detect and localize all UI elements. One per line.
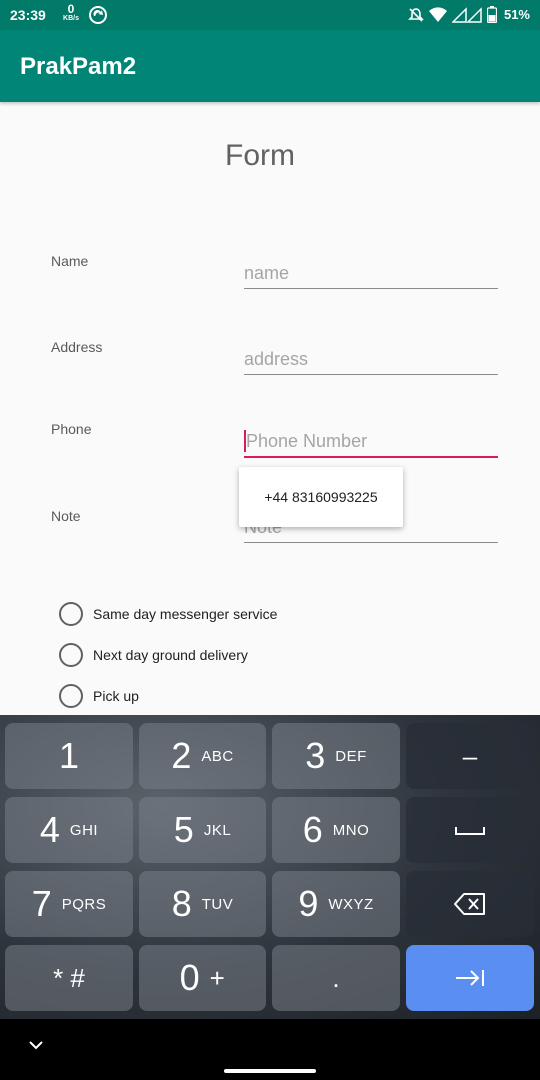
phone-placeholder: Phone Number <box>246 431 368 451</box>
radio-label: Pick up <box>93 688 139 704</box>
key-9[interactable]: 9 WXYZ <box>272 871 400 937</box>
mute-icon <box>408 7 424 22</box>
address-placeholder: address <box>244 349 309 369</box>
key-digit: 1 <box>58 735 80 776</box>
key-letters: + <box>209 962 226 993</box>
radio-button[interactable] <box>59 643 83 667</box>
network-speed-unit: KB/s <box>63 15 79 22</box>
key-digit: 9 <box>298 883 319 924</box>
key-0[interactable]: 0 + <box>139 945 266 1011</box>
key-digit: 5 <box>173 809 194 850</box>
space-icon <box>455 827 485 835</box>
key-letters: PQRS <box>61 895 107 913</box>
key-4[interactable]: 4 GHI <box>5 797 133 863</box>
key-3[interactable]: 3 DEF <box>272 723 400 789</box>
key-letters: GHI <box>69 821 99 839</box>
dot-symbol: . <box>332 962 340 993</box>
app-bar: PrakPam2 <box>0 30 540 102</box>
wifi-icon <box>428 6 447 22</box>
radio-next-day[interactable]: Next day ground delivery <box>59 642 248 668</box>
status-icons: 51% <box>408 6 530 23</box>
numeric-keyboard: 1 2 ABC 3 DEF – 4 GHI 5 JKL 6 MNO 7 PQRS… <box>0 715 540 1019</box>
key-letters: MNO <box>332 821 370 839</box>
next-tab-icon <box>456 970 484 986</box>
autofill-suggestion[interactable]: +44 83160993225 <box>239 467 403 527</box>
text-cursor <box>244 430 246 452</box>
key-digit: 7 <box>31 883 52 924</box>
key-letters: TUV <box>201 895 234 913</box>
minus-symbol: – <box>462 740 478 771</box>
battery-percent: 51% <box>503 7 530 22</box>
key-digit: 0 <box>179 957 200 998</box>
key-letters: WXYZ <box>328 895 374 913</box>
key-digit: 2 <box>171 735 192 776</box>
app-title: PrakPam2 <box>20 53 137 80</box>
key-space[interactable] <box>406 797 534 863</box>
radio-pick-up[interactable]: Pick up <box>59 683 139 709</box>
sync-icon <box>89 6 107 24</box>
key-5[interactable]: 5 JKL <box>139 797 266 863</box>
key-dot[interactable]: . <box>272 945 400 1011</box>
key-digit: 4 <box>39 809 60 850</box>
key-2[interactable]: 2 ABC <box>139 723 266 789</box>
symbols-label: * # <box>53 962 85 993</box>
key-digit: 6 <box>302 809 323 850</box>
radio-button[interactable] <box>59 602 83 626</box>
key-backspace[interactable] <box>406 871 534 937</box>
status-time: 23:39 <box>10 7 46 23</box>
key-7[interactable]: 7 PQRS <box>5 871 133 937</box>
battery-icon <box>486 6 497 23</box>
navigation-bar <box>0 1019 540 1080</box>
key-symbols[interactable]: * # <box>5 945 133 1011</box>
signal-icon <box>451 6 482 23</box>
key-1[interactable]: 1 <box>5 723 133 789</box>
name-placeholder: name <box>244 263 290 283</box>
phone-input[interactable]: Phone Number <box>244 426 498 458</box>
key-digit: 3 <box>305 735 326 776</box>
key-8[interactable]: 8 TUV <box>139 871 266 937</box>
radio-button[interactable] <box>59 684 83 708</box>
network-speed-value: 0 <box>67 2 75 16</box>
name-input[interactable]: name <box>244 258 498 289</box>
key-letters: JKL <box>203 821 232 839</box>
chevron-down-icon[interactable] <box>28 1039 44 1051</box>
network-speed: 0 KB/s <box>60 3 82 22</box>
page-title: Form <box>225 139 295 172</box>
phone-label: Phone <box>51 421 92 437</box>
name-label: Name <box>51 253 89 269</box>
key-6[interactable]: 6 MNO <box>272 797 400 863</box>
backspace-icon <box>454 893 485 915</box>
radio-same-day[interactable]: Same day messenger service <box>59 601 277 627</box>
address-label: Address <box>51 339 103 355</box>
key-letters: ABC <box>201 747 234 765</box>
key-digit: 8 <box>171 883 192 924</box>
note-label: Note <box>51 508 81 524</box>
address-input[interactable]: address <box>244 344 498 375</box>
home-handle[interactable] <box>224 1069 316 1073</box>
radio-label: Same day messenger service <box>93 606 278 622</box>
key-letters: DEF <box>335 747 367 765</box>
radio-label: Next day ground delivery <box>93 647 248 663</box>
status-bar: 23:39 0 KB/s 51% <box>0 0 540 30</box>
key-minus[interactable]: – <box>406 723 534 789</box>
key-next[interactable] <box>406 945 534 1011</box>
